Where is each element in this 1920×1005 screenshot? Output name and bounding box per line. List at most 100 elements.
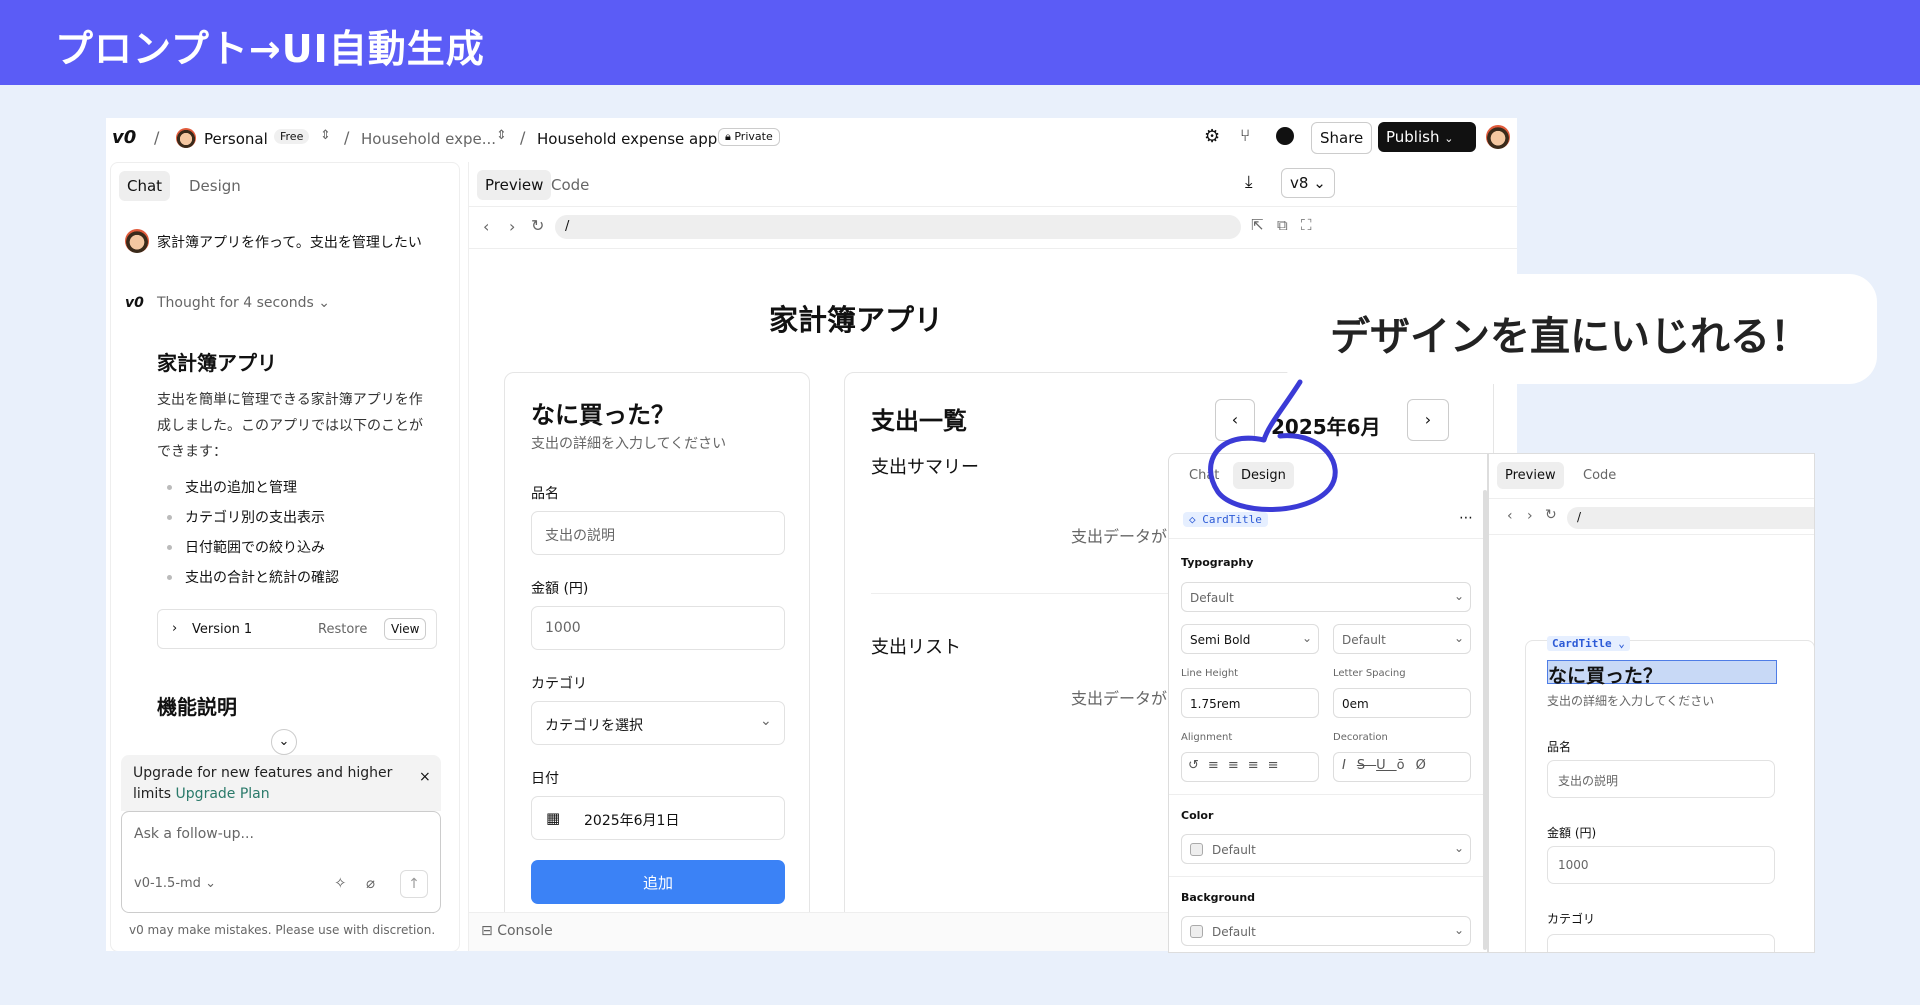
alignment-buttons[interactable]: ↺≡≡≡≡: [1181, 752, 1319, 782]
tab-code[interactable]: Code: [551, 176, 589, 194]
view-button[interactable]: View: [384, 618, 427, 640]
console-toggle[interactable]: ⊟ Console: [481, 923, 553, 939]
align-justify-icon[interactable]: ≡: [1268, 758, 1288, 773]
italic-icon[interactable]: I: [1342, 758, 1357, 773]
select-element-icon[interactable]: ⇱: [1251, 216, 1264, 234]
background-select[interactable]: Default ⌄: [1181, 916, 1471, 946]
bullet-dot: [167, 515, 172, 520]
underline-icon[interactable]: U: [1376, 758, 1397, 773]
back-icon[interactable]: ‹: [1507, 508, 1513, 524]
avatar[interactable]: [176, 128, 196, 148]
workspace-name[interactable]: Personal: [204, 130, 268, 148]
thought-toggle[interactable]: Thought for 4 seconds ⌄: [157, 295, 330, 311]
project-name[interactable]: Household expense app: [537, 130, 717, 148]
tab-preview[interactable]: Preview: [477, 170, 552, 200]
tab-code[interactable]: Code: [1583, 468, 1616, 483]
bullet-dot: [167, 485, 172, 490]
version-value: v8: [1290, 174, 1309, 192]
v0-logo[interactable]: v0: [112, 127, 136, 148]
font-weight-select[interactable]: Semi Bold ⌄: [1181, 624, 1319, 654]
forward-icon[interactable]: ›: [1527, 508, 1533, 524]
annotation-stroke: [1208, 379, 1338, 512]
color-swatch: [1190, 843, 1203, 856]
selected-component-tag[interactable]: CardTitle ⌄: [1547, 636, 1630, 651]
reset-icon[interactable]: ↺: [1188, 758, 1208, 773]
back-icon[interactable]: ‹: [483, 217, 489, 236]
github-icon[interactable]: [1276, 127, 1294, 145]
align-left-icon[interactable]: ≡: [1208, 758, 1228, 773]
app-title: 家計簿アプリ: [769, 303, 944, 337]
date-picker[interactable]: ▦ 2025年6月1日: [531, 796, 785, 840]
amount-input[interactable]: 1000: [531, 606, 785, 650]
refresh-icon[interactable]: ↻: [1545, 507, 1557, 523]
version-card[interactable]: › Version 1 Restore View: [157, 609, 437, 649]
url-text: /: [1577, 510, 1582, 524]
publish-button[interactable]: Publish ⌄: [1378, 122, 1476, 152]
font-size-select[interactable]: Default ⌄: [1333, 624, 1471, 654]
next-month-button[interactable]: ›: [1407, 399, 1449, 441]
publish-label: Publish: [1386, 128, 1440, 146]
divider: [469, 248, 1517, 249]
selected-title-outline[interactable]: なに買った？: [1547, 660, 1777, 687]
close-icon[interactable]: ×: [419, 769, 431, 785]
decoration-buttons[interactable]: ISUōØ: [1333, 752, 1471, 782]
no-decoration-icon[interactable]: Ø: [1416, 758, 1437, 773]
category-select[interactable]: [1547, 934, 1775, 952]
list-item: 支出の追加と管理: [185, 480, 297, 496]
strikethrough-icon[interactable]: S: [1357, 758, 1376, 773]
scrollbar[interactable]: [1483, 490, 1487, 950]
list-empty: 支出データが: [1071, 689, 1168, 708]
url-bar[interactable]: /: [1567, 507, 1814, 529]
letter-spacing-input[interactable]: 0em: [1333, 688, 1471, 718]
attach-paperclip-icon[interactable]: ⌀: [366, 874, 375, 892]
name-input[interactable]: 支出の説明: [531, 511, 785, 555]
size-value: Default: [1342, 633, 1386, 647]
more-options-icon[interactable]: ⋯: [1459, 510, 1473, 526]
private-label: Private: [734, 130, 773, 143]
disclaimer: v0 may make mistakes. Please use with di…: [129, 923, 436, 937]
send-arrow-icon[interactable]: ↑: [400, 870, 428, 898]
upgrade-plan-link[interactable]: Upgrade Plan: [176, 786, 270, 802]
prompt-box: Ask a follow-up... v0-1.5-md ⌄ ✧ ⌀ ↑: [121, 811, 441, 913]
switch-workspace-icon[interactable]: ⇕: [320, 128, 331, 143]
prompt-input[interactable]: Ask a follow-up...: [134, 826, 254, 842]
name-label: 品名: [531, 486, 559, 502]
chat-pane: Chat Design 家計簿アプリを作って。支出を管理したい v0 Thoug…: [110, 162, 460, 951]
fullscreen-icon[interactable]: ⛶: [1301, 216, 1312, 234]
color-select[interactable]: Default ⌄: [1181, 834, 1471, 864]
user-avatar: [125, 229, 149, 253]
open-new-window-icon[interactable]: ⧉: [1277, 216, 1288, 234]
model-selector[interactable]: v0-1.5-md ⌄: [134, 876, 216, 891]
font-family-select[interactable]: Default ⌄: [1181, 582, 1471, 612]
version-dropdown[interactable]: v8 ⌄: [1281, 168, 1335, 198]
tab-preview[interactable]: Preview: [1497, 462, 1564, 489]
add-button[interactable]: 追加: [531, 860, 785, 904]
tab-design[interactable]: Design: [189, 177, 241, 195]
tab-chat[interactable]: Chat: [119, 171, 171, 201]
switch-project-icon[interactable]: ⇕: [496, 128, 507, 143]
restore-button[interactable]: Restore: [318, 622, 367, 637]
url-bar[interactable]: /: [555, 215, 1241, 239]
category-select[interactable]: カテゴリを選択 ⌄: [531, 701, 785, 745]
share-button[interactable]: Share: [1311, 122, 1373, 154]
name-input[interactable]: 支出の説明: [1547, 760, 1775, 798]
overline-icon[interactable]: ō: [1397, 758, 1416, 773]
separator: /: [154, 128, 160, 147]
fork-icon[interactable]: ⑂: [1240, 126, 1250, 146]
align-right-icon[interactable]: ≡: [1248, 758, 1268, 773]
callout-bubble: デザインを直にいじれる！: [1282, 274, 1877, 384]
project-switcher[interactable]: Household expe...: [361, 130, 496, 148]
divider: [1169, 876, 1487, 877]
settings-gear-icon[interactable]: ⚙: [1204, 126, 1220, 147]
alignment-label: Alignment: [1181, 732, 1233, 743]
user-avatar[interactable]: [1486, 125, 1510, 149]
refresh-icon[interactable]: ↻: [531, 216, 544, 235]
amount-input[interactable]: 1000: [1547, 846, 1775, 884]
align-center-icon[interactable]: ≡: [1228, 758, 1248, 773]
enhance-sparkle-icon[interactable]: ✧: [334, 874, 347, 892]
scroll-down-button[interactable]: ⌄: [271, 729, 297, 755]
card-subtitle: 支出の詳細を入力してください: [531, 436, 727, 452]
download-icon[interactable]: ⤓: [1245, 172, 1253, 192]
line-height-input[interactable]: 1.75rem: [1181, 688, 1319, 718]
forward-icon[interactable]: ›: [509, 217, 515, 236]
